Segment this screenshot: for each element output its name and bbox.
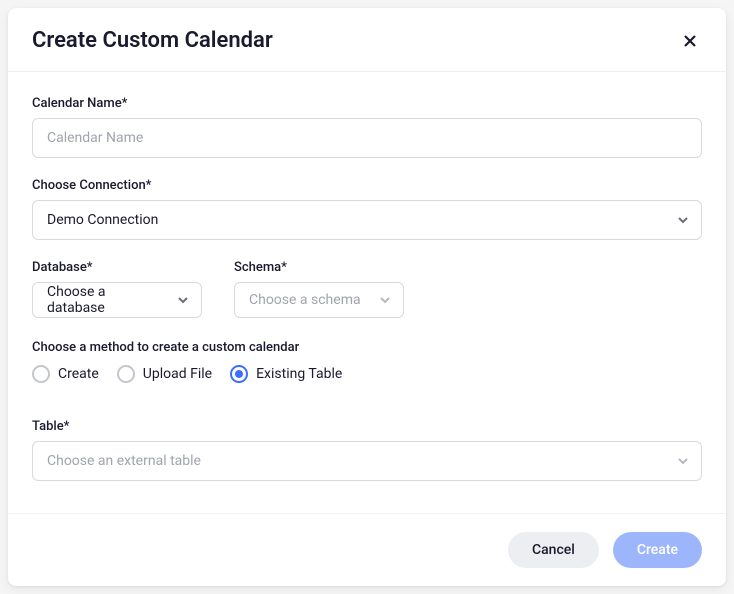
radio-existing-table[interactable]: Existing Table [230,365,342,383]
create-button[interactable]: Create [613,532,702,568]
connection-select[interactable]: Demo Connection [32,200,702,240]
schema-select[interactable]: Choose a schema [234,282,404,318]
modal-footer: Cancel Create [8,513,726,586]
connection-value: Demo Connection [47,212,158,228]
database-label: Database* [32,260,202,275]
calendar-name-label: Calendar Name* [32,96,702,111]
table-placeholder: Choose an external table [47,453,201,469]
schema-label: Schema* [234,260,404,275]
database-value: Choose a database [47,284,163,316]
table-select[interactable]: Choose an external table [32,441,702,481]
database-select[interactable]: Choose a database [32,282,202,318]
chevron-down-icon [677,455,689,467]
chevron-down-icon [379,294,391,306]
calendar-name-input[interactable] [32,118,702,158]
radio-icon-checked [230,365,248,383]
cancel-button[interactable]: Cancel [508,532,599,568]
radio-icon [32,365,50,383]
radio-upload-file-label: Upload File [143,366,212,382]
modal-header: Create Custom Calendar [8,8,726,72]
modal-title: Create Custom Calendar [32,28,273,53]
method-label: Choose a method to create a custom calen… [32,340,702,355]
radio-icon [117,365,135,383]
table-field: Table* Choose an external table [32,419,702,481]
method-section: Choose a method to create a custom calen… [32,340,702,383]
radio-upload-file[interactable]: Upload File [117,365,212,383]
database-field: Database* Choose a database [32,260,202,318]
connection-field: Choose Connection* Demo Connection [32,178,702,240]
close-button[interactable] [678,29,702,53]
radio-create[interactable]: Create [32,365,99,383]
schema-field: Schema* Choose a schema [234,260,404,318]
table-label: Table* [32,419,702,434]
close-icon [682,33,698,49]
db-schema-row: Database* Choose a database Schema* Choo… [32,260,702,318]
chevron-down-icon [677,214,689,226]
chevron-down-icon [177,294,189,306]
method-radio-group: Create Upload File Existing Table [32,365,702,383]
connection-label: Choose Connection* [32,178,702,193]
calendar-name-field: Calendar Name* [32,96,702,158]
create-custom-calendar-modal: Create Custom Calendar Calendar Name* Ch… [8,8,726,586]
radio-create-label: Create [58,366,99,382]
schema-placeholder: Choose a schema [249,292,361,308]
modal-body: Calendar Name* Choose Connection* Demo C… [8,72,726,513]
radio-existing-table-label: Existing Table [256,366,342,382]
